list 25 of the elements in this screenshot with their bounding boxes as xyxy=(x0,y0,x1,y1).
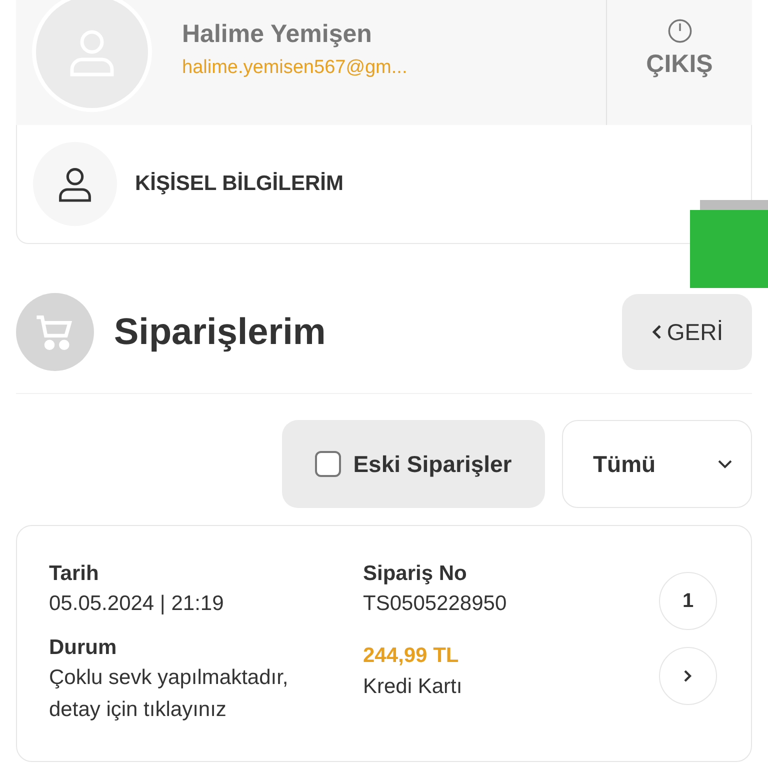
order-status: Çoklu sevk yapılmaktadır, detay için tıklayınız xyxy=(49,665,290,723)
power-icon xyxy=(666,18,692,44)
order-date: 05.05.2024 | 21:19 xyxy=(49,591,225,617)
back-button[interactable]: GERİ xyxy=(622,294,752,370)
menu-label: KİŞİSEL BİLGİLERİM xyxy=(135,172,344,196)
menu-item[interactable]: KİŞİSEL BİLGİLERİM xyxy=(16,125,752,244)
chevron-down-icon xyxy=(717,459,733,469)
chevron-left-icon xyxy=(650,324,663,340)
user-email: halime.yemisen567@gm... xyxy=(182,57,408,79)
old-orders-checkbox[interactable]: Eski Siparişler xyxy=(282,420,545,508)
order-card[interactable]: Tarih 05.05.2024 | 21:19 Durum Çoklu sevk yapılmaktadır, detay için tıklayınız Sipariş No TS0505228950 244,99 TL Kredi Kartı 1 xyxy=(16,525,752,762)
order-amount: 244,99 TL xyxy=(363,643,460,669)
status-select[interactable]: Tümü xyxy=(562,420,752,508)
item-count: 1 xyxy=(659,572,717,630)
status-label: Durum xyxy=(49,635,118,661)
order-number: TS0505228950 xyxy=(363,591,508,617)
user-name: Halime Yemişen xyxy=(182,20,373,49)
payment-method: Kredi Kartı xyxy=(363,674,464,700)
floating-tab-bar xyxy=(700,200,768,210)
chevron-right-icon xyxy=(683,669,693,683)
order-no-label: Sipariş No xyxy=(363,561,468,587)
checkbox[interactable] xyxy=(315,451,342,477)
date-label: Tarih xyxy=(49,561,100,587)
floating-tab[interactable] xyxy=(690,210,768,288)
page-title: Siparişlerim xyxy=(114,311,327,353)
